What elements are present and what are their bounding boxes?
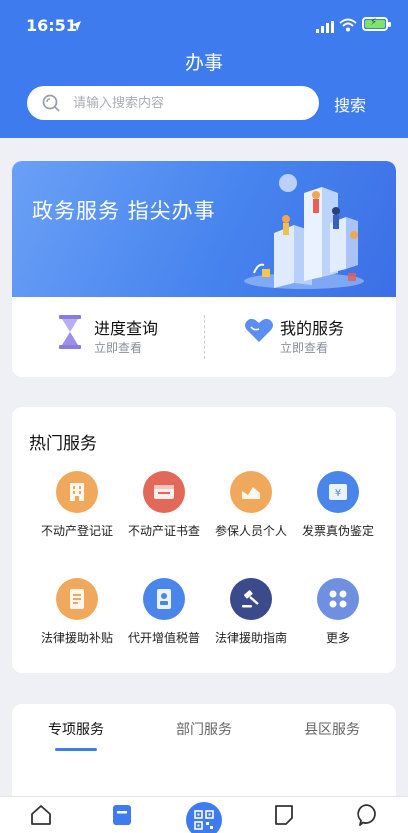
- service-label: 法律援助补贴: [40, 631, 113, 645]
- service-item[interactable]: ¥ 发票真伪鉴定: [290, 471, 386, 551]
- service-label: 发票真伪鉴定: [301, 524, 374, 538]
- service-item[interactable]: 参保人员个人: [203, 471, 299, 551]
- notes-icon[interactable]: [264, 803, 304, 831]
- status-bar: 16:51 ⚡: [0, 0, 408, 50]
- service-item[interactable]: 不动产证书查: [116, 471, 212, 551]
- my-services-title: 我的服务: [280, 319, 345, 338]
- search-icon: [41, 93, 61, 117]
- progress-query-sub: 立即查看: [94, 341, 143, 355]
- progress-query-title: 进度查询: [94, 319, 159, 338]
- cellular-signal-icon: [316, 18, 334, 37]
- heart-icon: [244, 315, 274, 349]
- service-item[interactable]: 不动产登记证: [29, 471, 125, 551]
- hot-services-title: 热门服务: [29, 434, 97, 454]
- quick-divider: [204, 315, 205, 359]
- service-item[interactable]: 代开增值税普: [116, 578, 212, 658]
- scan-icon[interactable]: [186, 802, 222, 833]
- service-label: 不动产证书查: [127, 524, 200, 538]
- promo-banner[interactable]: 政务服务 指尖办事: [12, 161, 396, 297]
- banner-card: 政务服务 指尖办事 进度查询 立即查看 我的服务 立即查看: [12, 161, 396, 377]
- service-label: 更多: [325, 631, 350, 645]
- location-arrow-icon: [70, 17, 82, 36]
- gavel-icon: [230, 578, 272, 620]
- id-card-icon: [143, 578, 185, 620]
- service-label: 法律援助指南: [214, 631, 287, 645]
- building-icon: [56, 471, 98, 513]
- hourglass-icon: [58, 315, 82, 353]
- header: 16:51 ⚡ 办事 搜索: [0, 0, 408, 138]
- home-icon[interactable]: [21, 803, 61, 831]
- my-services-sub: 立即查看: [280, 341, 329, 355]
- service-item[interactable]: 法律援助指南: [203, 578, 299, 658]
- service-item[interactable]: 更多: [290, 578, 386, 658]
- service-label: 不动产登记证: [40, 524, 113, 538]
- profile-icon[interactable]: [346, 803, 386, 831]
- more-grid-icon: [317, 578, 359, 620]
- battery-icon: ⚡: [362, 17, 391, 31]
- service-item[interactable]: 法律援助补贴: [29, 578, 125, 658]
- service-icon[interactable]: [102, 803, 142, 831]
- tab-special-services[interactable]: 专项服务: [12, 719, 140, 739]
- progress-query-link[interactable]: 进度查询 立即查看: [58, 311, 238, 367]
- svg-text:¥: ¥: [335, 488, 341, 499]
- service-label: 代开增值税普: [127, 631, 200, 645]
- service-tabs-card: 专项服务 部门服务 县区服务: [12, 704, 396, 804]
- service-label: 参保人员个人: [214, 524, 287, 538]
- search-button[interactable]: 搜索: [334, 92, 366, 116]
- ticket-icon: ¥: [317, 471, 359, 513]
- banner-illustration-icon: [244, 174, 364, 289]
- wifi-icon: [339, 17, 357, 36]
- document-icon: [56, 578, 98, 620]
- banner-text: 政务服务 指尖办事: [32, 199, 216, 223]
- chart-icon: [230, 471, 272, 513]
- tab-county-services[interactable]: 县区服务: [268, 719, 396, 739]
- hot-services-card: 热门服务 不动产登记证 不动产证书查 参保人员个人 ¥ 发票真伪鉴定 法律援助补…: [12, 407, 396, 673]
- search-input[interactable]: [73, 93, 303, 113]
- search-bar[interactable]: [27, 86, 319, 120]
- my-services-link[interactable]: 我的服务 立即查看: [244, 311, 396, 367]
- tab-department-services[interactable]: 部门服务: [140, 719, 268, 739]
- active-tab-indicator: [55, 748, 97, 751]
- certificate-icon: [143, 471, 185, 513]
- page-title: 办事: [184, 52, 223, 74]
